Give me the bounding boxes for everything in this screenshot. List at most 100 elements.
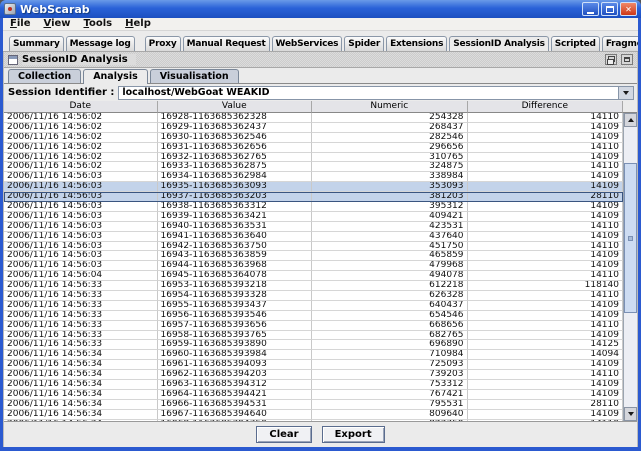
table-row[interactable]: 2006/11/16 14:56:33 16956-1163685393546 …	[4, 311, 623, 321]
cell-date: 2006/11/16 14:56:33	[4, 321, 158, 331]
cell-numeric: 437640	[312, 232, 468, 242]
scroll-up-button[interactable]	[624, 113, 637, 127]
cell-numeric: 338984	[312, 172, 468, 182]
table-row[interactable]: 2006/11/16 14:56:03 16935-1163685363093 …	[4, 182, 623, 192]
cell-value: 16928-1163685362328	[158, 113, 313, 123]
cell-difference: 14109	[468, 301, 624, 311]
table-row[interactable]: 2006/11/16 14:56:03 16944-1163685363968 …	[4, 261, 623, 271]
cell-numeric: 324875	[312, 162, 468, 172]
cell-value: 16966-1163685394531	[158, 400, 313, 410]
table-row[interactable]: 2006/11/16 14:56:33 16957-1163685393656 …	[4, 321, 623, 331]
main-tab[interactable]: Proxy	[145, 36, 181, 51]
table-row[interactable]: 2006/11/16 14:56:02 16929-1163685362437 …	[4, 123, 623, 133]
scrollbar-track[interactable]	[624, 127, 637, 407]
main-tab[interactable]: WebServices	[272, 36, 343, 51]
minimize-button-icon[interactable]	[582, 2, 599, 16]
cell-date: 2006/11/16 14:56:33	[4, 340, 158, 350]
table-row[interactable]: 2006/11/16 14:56:33 16955-1163685393437 …	[4, 301, 623, 311]
main-tab[interactable]: Scripted	[551, 36, 600, 51]
cell-difference: 14109	[468, 212, 624, 222]
title-bar[interactable]: WebScarab ✕	[0, 0, 641, 18]
analysis-tab[interactable]: Visualisation	[150, 69, 239, 83]
table-row[interactable]: 2006/11/16 14:56:02 16931-1163685362656 …	[4, 143, 623, 153]
analysis-tab[interactable]: Analysis	[83, 69, 148, 84]
table-row[interactable]: 2006/11/16 14:56:02 16933-1163685362875 …	[4, 162, 623, 172]
cell-difference: 14109	[468, 380, 624, 390]
column-header[interactable]: Date	[4, 101, 158, 113]
maximize-button-icon[interactable]	[601, 2, 618, 16]
table-row[interactable]: 2006/11/16 14:56:33 16953-1163685393218 …	[4, 281, 623, 291]
main-tab[interactable]: Summary	[9, 36, 64, 51]
cell-date: 2006/11/16 14:56:02	[4, 133, 158, 143]
cell-date: 2006/11/16 14:56:03	[4, 261, 158, 271]
export-button[interactable]: Export	[322, 426, 385, 443]
menu-item[interactable]: View	[43, 18, 70, 30]
cell-value: 16929-1163685362437	[158, 123, 313, 133]
session-identifier-combobox[interactable]: localhost/WebGoat WEAKID	[118, 86, 634, 100]
main-tab[interactable]: Fragments	[602, 36, 638, 51]
cell-value: 16954-1163685393328	[158, 291, 313, 301]
clear-button[interactable]: Clear	[256, 426, 311, 443]
main-tab[interactable]: Manual Request	[183, 36, 270, 51]
table-row[interactable]: 2006/11/16 14:56:33 16954-1163685393328 …	[4, 291, 623, 301]
cell-date: 2006/11/16 14:56:34	[4, 410, 158, 420]
cell-numeric: 696890	[312, 340, 468, 350]
scrollbar-thumb[interactable]	[624, 163, 637, 313]
cell-difference: 14110	[468, 321, 624, 331]
table-row[interactable]: 2006/11/16 14:56:03 16937-1163685363203 …	[4, 192, 623, 202]
table-row[interactable]: 2006/11/16 14:56:03 16934-1163685362984 …	[4, 172, 623, 182]
main-tab[interactable]: SessionID Analysis	[449, 36, 549, 51]
table-row[interactable]: 2006/11/16 14:56:33 16958-1163685393765 …	[4, 331, 623, 341]
main-tab[interactable]: Spider	[344, 36, 384, 51]
table-row[interactable]: 2006/11/16 14:56:34 16967-1163685394640 …	[4, 410, 623, 420]
triangle-down-icon	[628, 412, 634, 416]
scroll-down-button[interactable]	[624, 407, 637, 421]
table-row[interactable]: 2006/11/16 14:56:02 16930-1163685362546 …	[4, 133, 623, 143]
cell-numeric: 668656	[312, 321, 468, 331]
vertical-scrollbar[interactable]	[623, 113, 637, 421]
combo-dropdown-button[interactable]	[618, 87, 633, 99]
table-row[interactable]: 2006/11/16 14:56:02 16928-1163685362328 …	[4, 113, 623, 123]
cell-numeric: 767421	[312, 390, 468, 400]
main-tab[interactable]: Extensions	[386, 36, 447, 51]
table-row[interactable]: 2006/11/16 14:56:03 16942-1163685363750 …	[4, 242, 623, 252]
cell-numeric: 465859	[312, 251, 468, 261]
table-row[interactable]: 2006/11/16 14:56:34 16964-1163685394421 …	[4, 390, 623, 400]
chevron-down-icon	[623, 91, 629, 95]
cell-difference: 14109	[468, 123, 624, 133]
table-row[interactable]: 2006/11/16 14:56:33 16959-1163685393890 …	[4, 340, 623, 350]
table-row[interactable]: 2006/11/16 14:56:34 16962-1163685394203 …	[4, 370, 623, 380]
close-button-icon[interactable]: ✕	[620, 2, 637, 16]
table-row[interactable]: 2006/11/16 14:56:03 16940-1163685363531 …	[4, 222, 623, 232]
cell-date: 2006/11/16 14:56:03	[4, 192, 158, 202]
analysis-tab[interactable]: Collection	[8, 69, 81, 83]
restore-icon[interactable]	[605, 54, 617, 65]
menu-item[interactable]: Help	[125, 18, 151, 30]
cell-date: 2006/11/16 14:56:34	[4, 370, 158, 380]
main-tab[interactable]: Message log	[66, 36, 135, 51]
table-row[interactable]: 2006/11/16 14:56:34 16961-1163685394093 …	[4, 360, 623, 370]
menu-item[interactable]: File	[10, 18, 30, 30]
table-row[interactable]: 2006/11/16 14:56:03 16938-1163685363312 …	[4, 202, 623, 212]
column-header[interactable]: Difference	[468, 101, 624, 113]
table-row[interactable]: 2006/11/16 14:56:34 16966-1163685394531 …	[4, 400, 623, 410]
cell-date: 2006/11/16 14:56:03	[4, 202, 158, 212]
table-row[interactable]: 2006/11/16 14:56:34 16960-1163685393984 …	[4, 350, 623, 360]
table-row[interactable]: 2006/11/16 14:56:03 16943-1163685363859 …	[4, 251, 623, 261]
webscarab-window: WebScarab ✕ File View Tools Help SummaryMes…	[0, 0, 641, 451]
table-row[interactable]: 2006/11/16 14:56:34 16963-1163685394312 …	[4, 380, 623, 390]
column-header[interactable]: Numeric	[312, 101, 468, 113]
cell-numeric: 682765	[312, 331, 468, 341]
menu-item[interactable]: Tools	[84, 18, 113, 30]
internal-frame-titlebar[interactable]: SessionID Analysis	[4, 52, 637, 68]
cell-numeric: 353093	[312, 182, 468, 192]
table-row[interactable]: 2006/11/16 14:56:02 16932-1163685362765 …	[4, 153, 623, 163]
cell-value: 16931-1163685362656	[158, 143, 313, 153]
column-header[interactable]: Value	[158, 101, 313, 113]
maximize-icon[interactable]	[621, 54, 633, 65]
window-controls: ✕	[582, 2, 637, 16]
table-row[interactable]: 2006/11/16 14:56:03 16941-1163685363640 …	[4, 232, 623, 242]
table-row[interactable]: 2006/11/16 14:56:03 16939-1163685363421 …	[4, 212, 623, 222]
cell-numeric: 268437	[312, 123, 468, 133]
table-row[interactable]: 2006/11/16 14:56:04 16945-1163685364078 …	[4, 271, 623, 281]
